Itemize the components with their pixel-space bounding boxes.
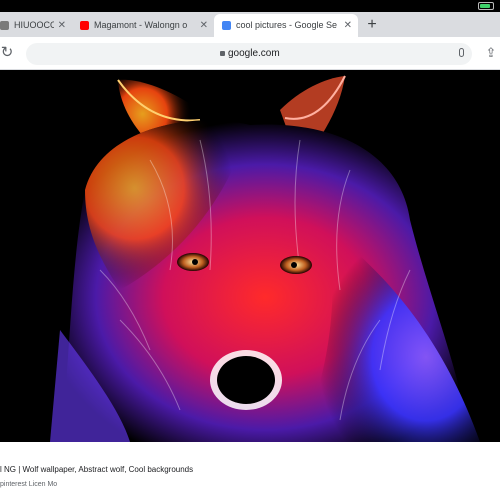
- url-text: google.com: [228, 48, 280, 59]
- image-title[interactable]: l NG | Wolf wallpaper, Abstract wolf, Co…: [0, 465, 193, 474]
- image-source[interactable]: pinterest Licen Mo: [0, 481, 57, 488]
- new-tab-button[interactable]: +: [362, 12, 382, 37]
- share-icon[interactable]: ⇪: [484, 44, 498, 62]
- close-icon[interactable]: ✕: [58, 14, 66, 37]
- tab-1-label: HIUOOCO Pu: [14, 20, 54, 30]
- page-icon: [0, 21, 9, 30]
- youtube-icon: [80, 21, 89, 30]
- tab-1[interactable]: HIUOOCO Pu ✕: [0, 14, 72, 37]
- tab-2-label: Magamont - Walongn o: [94, 20, 188, 30]
- lock-icon: [220, 51, 225, 56]
- close-icon[interactable]: ✕: [344, 14, 352, 37]
- reload-icon[interactable]: ↻: [0, 43, 16, 63]
- google-icon: [222, 21, 231, 30]
- tab-3-label: cool pictures - Google Se: [236, 20, 338, 30]
- tab-strip: HIUOOCO Pu ✕ Magamont - Walongn o ✕ cool…: [0, 12, 500, 37]
- wolf-image: [0, 70, 500, 442]
- status-bar: [0, 0, 500, 12]
- browser-toolbar: ↻ google.com ⇪: [0, 37, 500, 70]
- battery-icon: [478, 2, 494, 10]
- image-viewer[interactable]: [0, 70, 500, 442]
- image-caption[interactable]: l NG | Wolf wallpaper, Abstract wolf, Co…: [0, 442, 500, 500]
- address-bar[interactable]: google.com: [26, 43, 472, 65]
- mic-icon[interactable]: [459, 48, 464, 57]
- tab-2[interactable]: Magamont - Walongn o ✕: [72, 14, 214, 37]
- tab-3[interactable]: cool pictures - Google Se ✕: [214, 14, 358, 37]
- close-icon[interactable]: ✕: [200, 14, 208, 37]
- battery-level-fill: [480, 4, 490, 8]
